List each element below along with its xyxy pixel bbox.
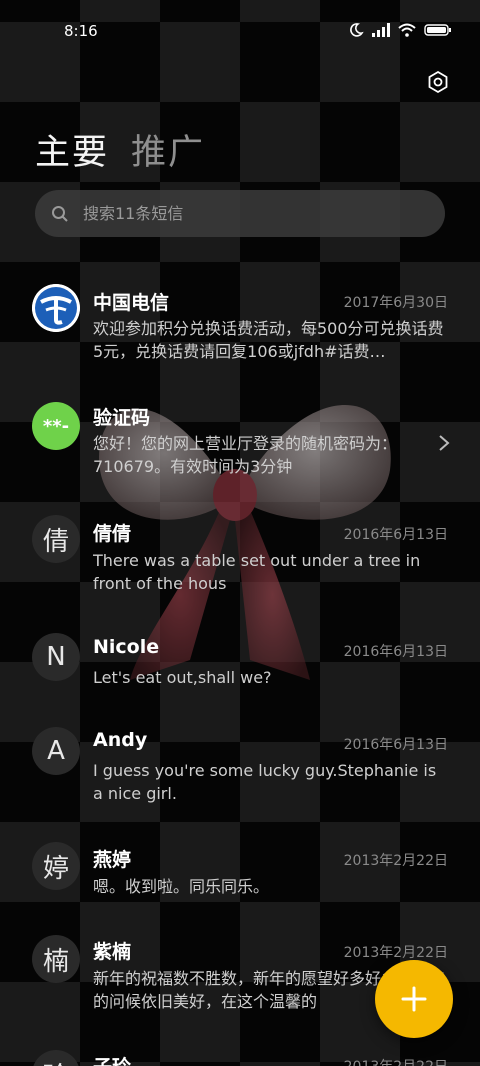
conversation-name: Andy xyxy=(93,729,148,751)
avatar: **- xyxy=(32,402,80,450)
conversation-name: 燕婷 xyxy=(93,849,132,871)
tab-primary[interactable]: 主要 xyxy=(35,124,109,175)
conversation-name: 紫楠 xyxy=(93,941,132,963)
conversation-item-ziling[interactable]: 玲 子玲 2013年2月22日 xyxy=(0,1038,480,1066)
conversation-name: 倩倩 xyxy=(93,523,132,545)
conversation-preview: Let's eat out,shall we? xyxy=(93,668,272,687)
conversation-name: 子玲 xyxy=(93,1052,131,1066)
conversation-date: 2013年2月22日 xyxy=(343,945,448,961)
plus-icon xyxy=(401,986,427,1012)
tab-promotions[interactable]: 推广 xyxy=(131,124,205,175)
avatar: A xyxy=(32,727,80,775)
avatar: N xyxy=(32,633,80,681)
conversation-date: 2013年2月22日 xyxy=(343,853,448,869)
search-bar[interactable] xyxy=(35,190,445,237)
conversation-preview: I guess you're some lucky guy.Stephanie … xyxy=(93,761,437,803)
avatar: 婷 xyxy=(32,842,80,890)
conversation-item-nicole[interactable]: N Nicole 2016年6月13日 Let's eat out,shall … xyxy=(0,612,480,722)
conversation-name: 验证码 xyxy=(93,407,151,429)
battery-icon xyxy=(424,24,451,36)
conversation-item-qianqian[interactable]: 倩 倩倩 2016年6月13日 There was a table set ou… xyxy=(0,497,480,607)
compose-button[interactable] xyxy=(375,960,453,1038)
moon-icon xyxy=(350,23,364,37)
conversation-name: 中国电信 xyxy=(93,292,170,314)
search-icon xyxy=(52,205,68,222)
conversation-preview: 嗯。收到啦。同乐同乐。 xyxy=(93,877,270,896)
china-telecom-logo xyxy=(32,284,80,332)
conversation-preview: 欢迎参加积分兑换话费活动，每500分可兑换话费5元，兑换话费请回复106或jfd… xyxy=(93,319,444,361)
tab-bar: 主要 推广 xyxy=(35,124,205,175)
conversation-item-verification-code[interactable]: **- 验证码 您好！您的网上营业厅登录的随机密码为：710679。有效时间为3… xyxy=(0,377,480,487)
chevron-right-icon[interactable] xyxy=(438,434,450,452)
conversation-item-china-telecom[interactable]: 中国电信 2017年6月30日 欢迎参加积分兑换话费活动，每500分可兑换话费5… xyxy=(0,262,480,372)
gear-icon[interactable] xyxy=(426,70,450,94)
avatar: 楠 xyxy=(32,935,80,983)
status-time: 8:16 xyxy=(64,22,98,40)
conversation-item-andy[interactable]: A Andy 2016年6月13日 I guess you're some lu… xyxy=(0,707,480,817)
conversation-preview: 您好！您的网上营业厅登录的随机密码为：710679。有效时间为3分钟 xyxy=(93,434,398,476)
search-input[interactable] xyxy=(81,203,415,224)
conversation-date: 2017年6月30日 xyxy=(343,295,448,311)
signal-icon xyxy=(372,23,390,37)
status-bar: 8:16 xyxy=(0,0,480,60)
conversation-date: 2016年6月13日 xyxy=(343,527,448,543)
avatar: 倩 xyxy=(32,515,80,563)
conversation-date: 2016年6月13日 xyxy=(343,737,448,753)
conversation-date: 2016年6月13日 xyxy=(343,644,448,660)
conversation-date: 2013年2月22日 xyxy=(344,1056,448,1066)
conversation-preview: There was a table set out under a tree i… xyxy=(93,551,421,593)
avatar: 玲 xyxy=(32,1050,80,1066)
wifi-icon xyxy=(398,23,416,37)
conversation-name: Nicole xyxy=(93,636,160,658)
